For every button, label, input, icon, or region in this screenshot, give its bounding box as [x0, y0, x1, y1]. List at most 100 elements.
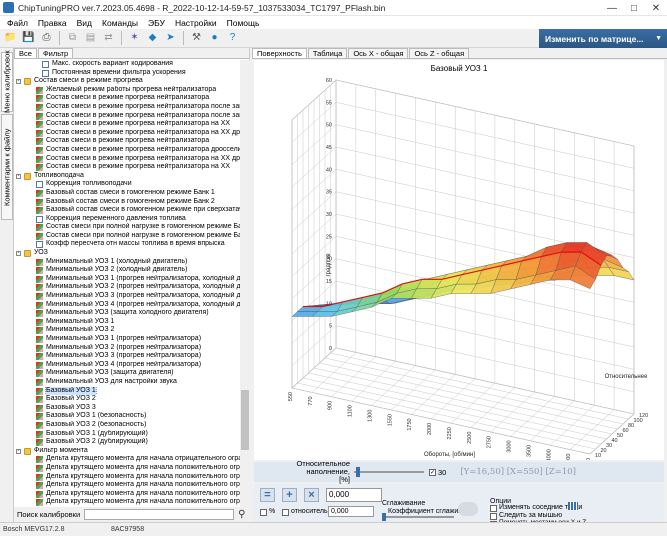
tree-item[interactable]: Минимальный УОЗ 2 (холодный двигатель)	[14, 266, 240, 275]
search-icon[interactable]: ⚲	[238, 509, 245, 520]
option-adjacent-checkbox[interactable]	[490, 505, 497, 512]
tree-item[interactable]: Состав смеси в режиме прогрева нейтрализ…	[14, 103, 240, 112]
tree-item[interactable]: Базовый УОЗ 1	[14, 386, 240, 396]
tree-item[interactable]: Минимальный УОЗ для настройки звука	[14, 378, 240, 387]
tree-item[interactable]: Коэфф пересчета отн массы топлива в врем…	[14, 240, 240, 249]
save-icon[interactable]: 💾	[21, 31, 36, 46]
tree-folder[interactable]: - УОЗ	[14, 249, 240, 258]
tab-axis-x[interactable]: Ось X - общая	[348, 48, 409, 58]
tab-table[interactable]: Таблица	[307, 48, 348, 58]
menu-file[interactable]: Файл	[2, 18, 33, 28]
fill-checkbox[interactable]: ✓	[429, 468, 436, 476]
tree-item[interactable]: Состав смеси при полной нагрузке в гомог…	[14, 223, 240, 232]
print-icon[interactable]: ⎙	[39, 31, 54, 46]
tree-item[interactable]: Минимальный УОЗ 2 (прогрев нейтрализатор…	[14, 344, 240, 353]
tree-item[interactable]: Минимальный УОЗ 1	[14, 318, 240, 327]
close-button[interactable]: ✕	[645, 0, 667, 16]
open-folder-icon[interactable]: 📁	[3, 31, 18, 46]
tree-folder[interactable]: - Состав смеси в режиме прогрева	[14, 77, 240, 86]
menu-ecu[interactable]: ЭБУ	[143, 18, 170, 28]
change-by-matrix-button[interactable]: Изменить по матрице... ▼	[539, 29, 667, 48]
tree-item[interactable]: Состав смеси в режиме прогрева нейтрализ…	[14, 155, 240, 164]
search-input[interactable]	[84, 509, 235, 520]
collapse-icon[interactable]: -	[16, 448, 21, 454]
menu-commands[interactable]: Команды	[97, 18, 143, 28]
tree-folder[interactable]: - Топливоподача	[14, 172, 240, 181]
tree-item[interactable]: Состав смеси в режиме прогрева нейтрализ…	[14, 112, 240, 121]
fill-slider[interactable]	[354, 467, 424, 477]
tree-item[interactable]: Минимальный УОЗ 3 (прогрев нейтрализатор…	[14, 352, 240, 361]
tree-item[interactable]: Минимальный УОЗ 4 (прогрев нейтрализатор…	[14, 361, 240, 370]
tree-item[interactable]: Желаемый режим работы прогрева нейтрализ…	[14, 86, 240, 95]
collapse-icon[interactable]: -	[16, 251, 21, 257]
tree-item[interactable]: Минимальный УОЗ 1 (прогрев нейтрализатор…	[14, 335, 240, 344]
tree-item[interactable]: Дельта крутящего момента для начала отри…	[14, 455, 240, 464]
compare-icon[interactable]: ⇄	[101, 31, 116, 46]
tree-item[interactable]: Дельта крутящего момента для начала поло…	[14, 473, 240, 482]
tree-item[interactable]: Макс. скорость вариант кодирования	[14, 60, 240, 69]
tree-item[interactable]: Минимальный УОЗ (защита холодного двигат…	[14, 309, 240, 318]
collapse-icon[interactable]: -	[16, 79, 21, 85]
percent-checkbox[interactable]	[260, 509, 267, 516]
relative-checkbox[interactable]	[282, 509, 289, 516]
help-icon[interactable]: ?	[225, 31, 240, 46]
option-follow-checkbox[interactable]	[490, 513, 497, 520]
tree-scrollbar[interactable]	[240, 60, 250, 507]
value-input[interactable]: 0,000	[326, 488, 382, 502]
navigate-icon[interactable]: ◆	[145, 31, 160, 46]
menu-settings[interactable]: Настройки	[170, 18, 222, 28]
tree-item[interactable]: Минимальный УОЗ 4 (прогрев нейтрализатор…	[14, 301, 240, 310]
tree-item[interactable]: Коррекция переменного давления топлива	[14, 215, 240, 224]
multiply-button[interactable]: ×	[304, 488, 319, 502]
tree-item[interactable]: Постоянная времени фильтра ускорения	[14, 69, 240, 78]
checksum-icon[interactable]: ✶	[127, 31, 142, 46]
minimize-button[interactable]: —	[601, 0, 623, 16]
collapse-icon[interactable]: -	[16, 173, 21, 179]
tree-item[interactable]: Дельта крутящего момента для начала поло…	[14, 481, 240, 490]
equals-button[interactable]: =	[260, 488, 275, 502]
tree-item[interactable]: Состав смеси в режиме прогрева нейтрализ…	[14, 120, 240, 129]
tab-all[interactable]: Все	[14, 48, 37, 58]
tree-item[interactable]: Коррекция топливоподачи	[14, 180, 240, 189]
copy-icon[interactable]: ⧉	[65, 31, 80, 46]
tree-item[interactable]: Базовый УОЗ 1 (безопасность)	[14, 412, 240, 421]
tree-item[interactable]: Базовый УОЗ 3	[14, 404, 240, 413]
grid-icon[interactable]	[568, 502, 578, 510]
tree-item[interactable]: Базовый УОЗ 2 (дублирующий)	[14, 438, 240, 447]
smoothing-slider[interactable]	[382, 513, 454, 521]
tree-item[interactable]: Базовый состав смеси в гомогенном режиме…	[14, 198, 240, 207]
tree-item[interactable]: Базовый УОЗ 2 (безопасность)	[14, 421, 240, 430]
tab-surface[interactable]: Поверхность	[252, 48, 307, 58]
tools-icon[interactable]: ⚒	[189, 31, 204, 46]
tree-item[interactable]: Базовый состав смеси в гомогенном режиме…	[14, 206, 240, 215]
tab-calibration-menu[interactable]: Меню калибровок	[1, 51, 13, 113]
tab-filter[interactable]: Фильтр	[37, 48, 74, 58]
maximize-button[interactable]: □	[623, 0, 645, 16]
tree-item[interactable]: Состав смеси в режиме прогрева нейтрализ…	[14, 137, 240, 146]
tab-file-comments[interactable]: Комментарии к файлу	[1, 114, 13, 220]
tree-item[interactable]: Базовый состав смеси в гомогенном режиме…	[14, 189, 240, 198]
smooth-button[interactable]	[458, 502, 478, 516]
menu-view[interactable]: Вид	[72, 18, 97, 28]
menu-edit[interactable]: Правка	[33, 18, 72, 28]
tree-item[interactable]: Минимальный УОЗ 1 (холодный двигатель)	[14, 258, 240, 267]
tree-item[interactable]: Дельта крутящего момента для начала поло…	[14, 464, 240, 473]
tree-item[interactable]: Состав смеси при полной нагрузке в гомог…	[14, 232, 240, 241]
globe-icon[interactable]: ●	[207, 31, 222, 46]
tree-item[interactable]: Минимальный УОЗ 2	[14, 326, 240, 335]
tree-item[interactable]: Минимальный УОЗ 2 (прогрев нейтрализатор…	[14, 283, 240, 292]
add-button[interactable]: +	[282, 488, 297, 502]
menu-help[interactable]: Помощь	[222, 18, 265, 28]
tree-item[interactable]: Минимальный УОЗ (защита двигателя)	[14, 369, 240, 378]
tree-item[interactable]: Минимальный УОЗ 1 (прогрев нейтрализатор…	[14, 275, 240, 284]
tree-item[interactable]: Дельта крутящего момента для начала поло…	[14, 490, 240, 499]
tree-item[interactable]: Состав смеси в режиме прогрева нейтрализ…	[14, 146, 240, 155]
tree-item[interactable]: Состав смеси в режиме прогрева нейтрализ…	[14, 94, 240, 103]
surface-chart[interactable]: 0 5 10 15 20 25 30 35 40 45 50 55 60 550 770 900 1100 130…	[254, 60, 664, 460]
paste-icon[interactable]: ▤	[83, 31, 98, 46]
tree-folder[interactable]: - Фильтр момента	[14, 447, 240, 456]
surface-plot[interactable]: 051015202530354045505560550 770 900 1100 130…	[254, 60, 664, 460]
tree-item[interactable]: Базовый УОЗ 2	[14, 395, 240, 404]
tree-item[interactable]: Базовый УОЗ 1 (дублирующий)	[14, 430, 240, 439]
tree-item[interactable]: Минимальный УОЗ 3 (прогрев нейтрализатор…	[14, 292, 240, 301]
